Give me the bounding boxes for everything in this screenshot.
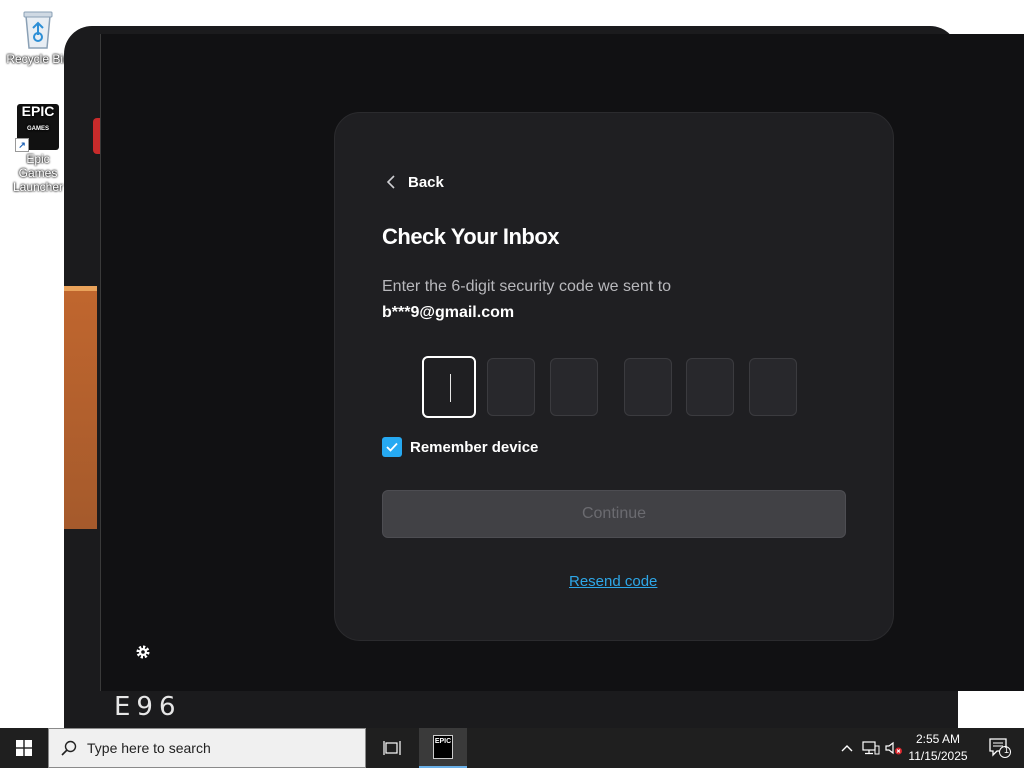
system-clock[interactable]: 2:55 AM 11/15/2025 bbox=[902, 731, 974, 765]
back-button[interactable]: Back bbox=[386, 172, 444, 192]
epic-launcher-shortcut[interactable]: EPIC GAMES ↗ Epic Games Launcher bbox=[6, 104, 70, 194]
dialog-title: Check Your Inbox bbox=[382, 224, 560, 249]
chevron-up-icon bbox=[841, 745, 853, 752]
remember-device-row[interactable]: Remember device bbox=[382, 437, 538, 457]
search-placeholder: Type here to search bbox=[87, 740, 211, 756]
recycle-bin-label: Recycle Bin bbox=[6, 52, 70, 66]
task-view-icon bbox=[383, 741, 401, 755]
start-button[interactable] bbox=[0, 728, 48, 768]
launcher-text-fragment: E96 bbox=[114, 692, 182, 722]
notification-count: 1 bbox=[1004, 745, 1010, 755]
code-digit-2[interactable] bbox=[487, 358, 535, 416]
shortcut-arrow-icon: ↗ bbox=[15, 138, 29, 152]
epic-games-taskbar-icon: EPIC bbox=[433, 735, 453, 759]
epic-logo-subtext: GAMES bbox=[26, 126, 49, 132]
code-digit-3[interactable] bbox=[550, 358, 598, 416]
back-label: Back bbox=[408, 173, 444, 191]
code-digit-5[interactable] bbox=[686, 358, 734, 416]
speaker-muted-icon bbox=[885, 741, 902, 755]
windows-logo-icon bbox=[16, 740, 32, 756]
masked-email: b***9@gmail.com bbox=[382, 304, 515, 321]
taskbar: Type here to search EPIC 2:55 AM 11/15/2… bbox=[0, 728, 1024, 768]
recycle-bin-shortcut[interactable]: Recycle Bin bbox=[6, 6, 70, 66]
clock-time: 2:55 AM bbox=[915, 732, 961, 746]
remember-device-label: Remember device bbox=[410, 438, 539, 456]
epic-launcher-label: Epic Games Launcher bbox=[12, 152, 64, 194]
chevron-left-icon bbox=[386, 175, 395, 189]
network-icon bbox=[862, 741, 880, 755]
code-digit-1[interactable] bbox=[422, 356, 476, 418]
launcher-banner-fragment bbox=[64, 286, 97, 529]
code-digit-6[interactable] bbox=[749, 358, 797, 416]
recycle-bin-icon bbox=[23, 11, 53, 49]
continue-button[interactable]: Continue bbox=[382, 490, 846, 538]
gear-icon[interactable] bbox=[135, 644, 151, 660]
checkmark-icon bbox=[386, 442, 398, 452]
clock-date: 11/15/2025 bbox=[908, 749, 968, 763]
action-center-button[interactable]: 1 bbox=[980, 728, 1020, 768]
remember-device-checkbox[interactable] bbox=[382, 437, 402, 457]
resend-code-link[interactable]: Resend code bbox=[569, 573, 657, 590]
search-icon bbox=[61, 740, 77, 756]
show-hidden-icons-button[interactable] bbox=[838, 728, 856, 768]
instruction-text: Enter the 6-digit security code we sent … bbox=[382, 278, 672, 295]
taskbar-epic-games-app[interactable]: EPIC bbox=[419, 728, 467, 768]
code-digit-4[interactable] bbox=[624, 358, 672, 416]
text-caret bbox=[450, 374, 451, 402]
task-view-button[interactable] bbox=[374, 728, 410, 768]
epic-logo-text: EPIC bbox=[21, 103, 55, 119]
epic-games-logo-icon: EPIC GAMES ↗ bbox=[15, 103, 59, 152]
taskbar-search-box[interactable]: Type here to search bbox=[48, 728, 366, 768]
volume-tray-button[interactable] bbox=[884, 728, 904, 768]
network-tray-button[interactable] bbox=[860, 728, 882, 768]
